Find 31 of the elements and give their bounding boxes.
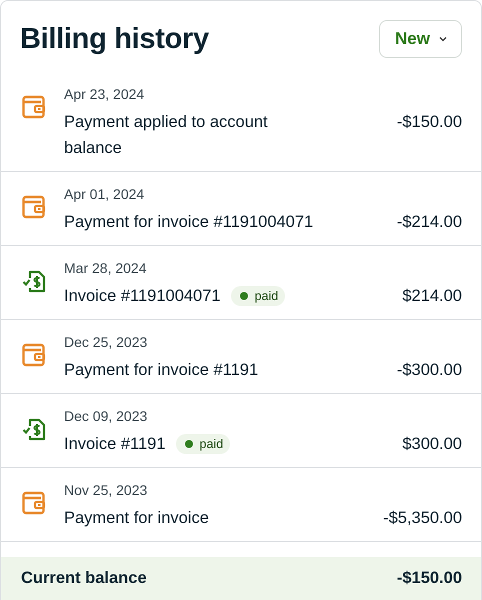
entry-description: Payment applied to account balance bbox=[64, 112, 269, 159]
wallet-icon bbox=[22, 195, 46, 219]
entry-amount: -$300.00 bbox=[396, 360, 462, 381]
new-button[interactable]: New bbox=[379, 20, 462, 58]
caret-icon bbox=[439, 36, 447, 42]
entry-amount: $214.00 bbox=[402, 286, 462, 307]
wallet-icon bbox=[22, 343, 46, 367]
entry-description: Payment for invoice bbox=[64, 508, 209, 529]
entry-date: Dec 25, 2023 bbox=[64, 333, 148, 351]
wallet-icon bbox=[22, 95, 46, 119]
entry-description: Payment for invoice #1191004071 bbox=[64, 212, 314, 233]
entry-date: Apr 23, 2024 bbox=[64, 85, 146, 103]
entry-amount: $300.00 bbox=[402, 434, 462, 455]
entry-description: Invoice #1191004071 bbox=[64, 286, 221, 307]
entry-description: Payment for invoice #1191 bbox=[64, 360, 258, 381]
entry-date: Mar 28, 2024 bbox=[64, 259, 148, 277]
wallet-icon bbox=[22, 491, 46, 515]
status-badge: paid bbox=[230, 286, 286, 306]
invoice-dollar-icon bbox=[22, 269, 46, 293]
entry-amount: -$5,350.00 bbox=[383, 508, 462, 529]
entry-date: Dec 09, 2023 bbox=[64, 407, 148, 425]
entry-amount: -$150.00 bbox=[396, 112, 462, 133]
entry-amount: -$214.00 bbox=[396, 212, 462, 233]
entry-description: Invoice #1191 bbox=[64, 434, 166, 455]
page-title: Billing history bbox=[20, 22, 209, 56]
entry-date: Apr 01, 2024 bbox=[64, 185, 146, 203]
balance-amount: -$150.00 bbox=[396, 569, 462, 588]
entry-date: Nov 25, 2023 bbox=[64, 481, 148, 499]
invoice-dollar-icon bbox=[22, 417, 46, 441]
status-badge: paid bbox=[176, 434, 230, 454]
balance-label: Current balance bbox=[21, 569, 147, 588]
